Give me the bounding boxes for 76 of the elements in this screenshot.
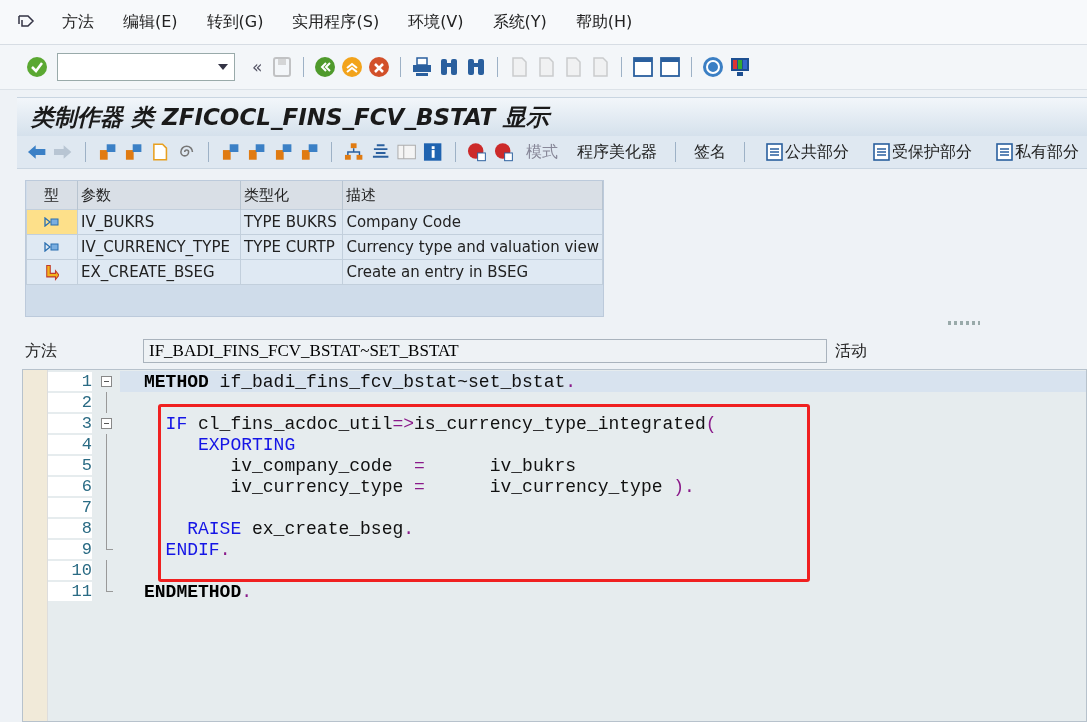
method-field[interactable]: IF_BADI_FINS_FCV_BSTAT~SET_BSTAT bbox=[143, 339, 827, 363]
menu-item[interactable]: 帮助(H) bbox=[575, 11, 633, 33]
line-number: 8 bbox=[48, 519, 92, 538]
line-number: 3 bbox=[48, 414, 92, 433]
cancel-icon[interactable] bbox=[368, 56, 391, 78]
import-param-icon bbox=[44, 242, 60, 252]
menu-item[interactable]: 实用程序(S) bbox=[292, 11, 380, 33]
import-param-icon bbox=[44, 217, 60, 227]
exception-icon bbox=[45, 264, 59, 281]
collapse-button[interactable]: « bbox=[248, 57, 267, 77]
column-header[interactable]: 参数 bbox=[77, 181, 241, 210]
collapse-icon[interactable] bbox=[100, 418, 112, 429]
line-number: 10 bbox=[48, 561, 92, 580]
menu-item[interactable]: 环境(V) bbox=[408, 11, 464, 33]
command-field[interactable] bbox=[57, 53, 235, 81]
status-text: 活动 bbox=[835, 340, 867, 362]
monitor-icon[interactable] bbox=[729, 56, 752, 78]
line-number: 6 bbox=[48, 477, 92, 496]
table-cell: IV_BUKRS bbox=[77, 209, 241, 235]
code-line: iv_company_code = iv_bukrs bbox=[229, 455, 577, 476]
menu-item[interactable]: 转到(G) bbox=[206, 11, 264, 33]
hierarchy-icon[interactable] bbox=[344, 142, 364, 162]
splitter-handle[interactable] bbox=[948, 321, 980, 325]
line-number: 7 bbox=[48, 498, 92, 517]
help-icon[interactable] bbox=[702, 56, 725, 78]
toolbar-button[interactable]: 程序美化器 bbox=[571, 141, 664, 163]
list-icon bbox=[765, 143, 784, 161]
printer-icon[interactable] bbox=[411, 56, 434, 78]
type-cell[interactable] bbox=[26, 259, 78, 285]
back-icon[interactable] bbox=[314, 56, 337, 78]
check-icon[interactable] bbox=[26, 56, 48, 78]
menu-item[interactable]: 编辑(E) bbox=[123, 11, 178, 33]
list-icon bbox=[995, 143, 1014, 161]
exit-icon[interactable] bbox=[341, 56, 364, 78]
column-header[interactable]: 型 bbox=[26, 181, 78, 210]
code-line: EXPORTING bbox=[197, 434, 296, 455]
table-cell: IV_CURRENCY_TYPE bbox=[77, 234, 241, 260]
section-button[interactable]: 公共部分 bbox=[757, 141, 858, 163]
table-cell: Company Code bbox=[342, 209, 603, 235]
table-cell: Create an entry in BSEG bbox=[342, 259, 603, 285]
menu-icon[interactable] bbox=[17, 14, 35, 30]
code-line: ENDMETHOD. bbox=[144, 581, 253, 602]
line-number: 4 bbox=[48, 435, 92, 454]
line-number: 2 bbox=[48, 393, 92, 412]
type-cell[interactable] bbox=[26, 209, 78, 235]
type-cell[interactable] bbox=[26, 234, 78, 260]
table-cell: TYPE BUKRS bbox=[240, 209, 343, 235]
shapes-icon[interactable] bbox=[220, 142, 241, 162]
back-arrow-icon[interactable] bbox=[27, 142, 47, 162]
code-line: IF cl_fins_acdoc_util=>is_currency_type_integrated( bbox=[164, 413, 717, 434]
code-line: RAISE ex_create_bseg. bbox=[186, 518, 415, 539]
code-line: METHOD if_badi_fins_fcv_bstat~set_bstat. bbox=[144, 371, 577, 392]
line-number: 11 bbox=[48, 582, 92, 601]
list-icon bbox=[872, 143, 891, 161]
panel-icon[interactable] bbox=[396, 142, 417, 162]
caret-icon[interactable] bbox=[218, 64, 228, 70]
table-cell: TYPE CURTP bbox=[240, 234, 343, 260]
column-header[interactable]: 类型化 bbox=[240, 181, 343, 210]
code-line: ENDIF. bbox=[164, 539, 231, 560]
window-title: 类制作器 类 ZFICOCL_FINS_FCV_BSTAT 显示 bbox=[31, 102, 550, 132]
table-cell: EX_CREATE_BSEG bbox=[77, 259, 241, 285]
code-line: iv_currency_type = iv_currency_type ). bbox=[229, 476, 695, 497]
section-button[interactable]: 私有部分 bbox=[987, 141, 1087, 163]
collapse-icon[interactable] bbox=[100, 376, 112, 387]
column-header[interactable]: 描述 bbox=[342, 181, 603, 210]
line-number: 5 bbox=[48, 456, 92, 475]
line-number: 1 bbox=[48, 372, 92, 391]
menu-item[interactable]: 方法 bbox=[62, 11, 94, 33]
new-window-icon[interactable] bbox=[632, 56, 655, 78]
section-button[interactable]: 受保护部分 bbox=[864, 141, 981, 163]
table-cell: Currency type and valuation view bbox=[342, 234, 603, 260]
field-label: 方法 bbox=[25, 340, 58, 362]
line-number: 9 bbox=[48, 540, 92, 559]
menu-item[interactable]: 系统(Y) bbox=[492, 11, 547, 33]
info-icon[interactable] bbox=[423, 142, 443, 162]
toolbar-button[interactable]: 签名 bbox=[688, 141, 733, 163]
